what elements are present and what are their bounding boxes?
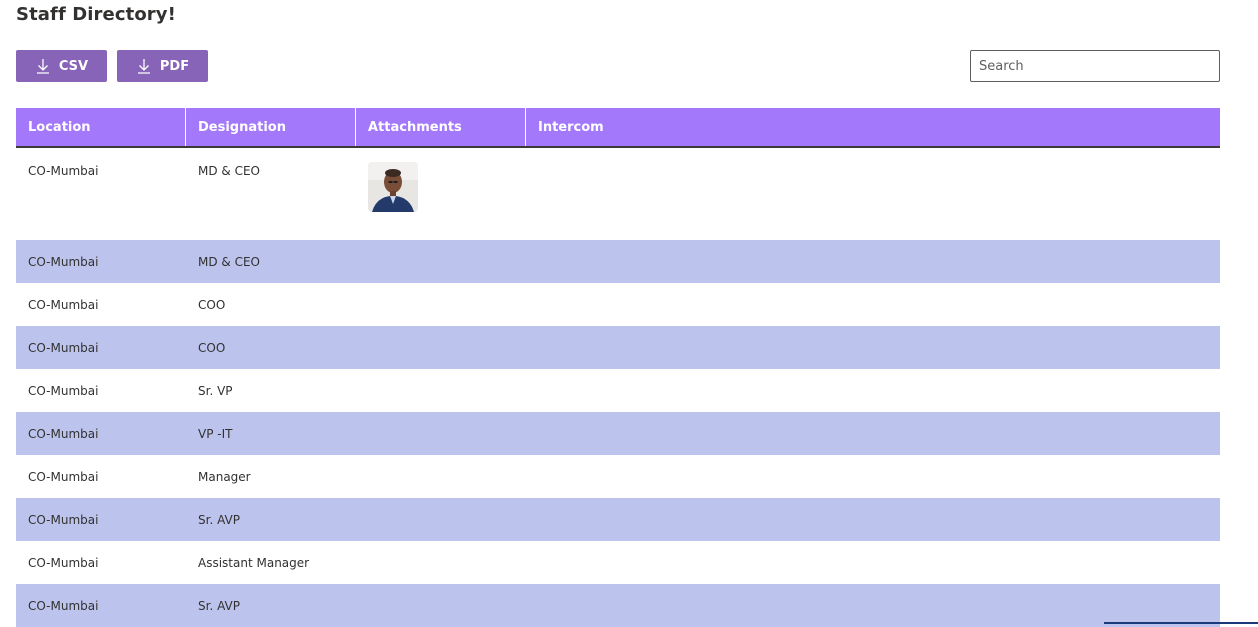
column-header-designation[interactable]: Designation: [186, 108, 356, 146]
cell-designation: VP -IT: [198, 427, 233, 441]
cell-location: CO-Mumbai: [28, 427, 99, 441]
staff-table: Location Designation Attachments Interco…: [16, 108, 1220, 627]
column-header-location[interactable]: Location: [16, 108, 186, 146]
cell-designation: MD & CEO: [198, 255, 260, 269]
cell-intercom: [526, 283, 1220, 326]
cell-location: CO-Mumbai: [28, 513, 99, 527]
table-header: Location Designation Attachments Interco…: [16, 108, 1220, 148]
cell-location: CO-Mumbai: [28, 384, 99, 398]
cell-intercom: [526, 369, 1220, 412]
export-csv-label: CSV: [58, 58, 89, 74]
cell-attachments: [356, 412, 526, 455]
cell-location: CO-Mumbai: [28, 556, 99, 570]
cell-designation: Sr. VP: [198, 384, 233, 398]
cell-location: CO-Mumbai: [28, 164, 99, 178]
cell-location: CO-Mumbai: [28, 341, 99, 355]
column-header-intercom[interactable]: Intercom: [526, 108, 1220, 146]
cell-intercom: [526, 326, 1220, 369]
cell-intercom: [526, 498, 1220, 541]
export-csv-button[interactable]: CSV: [16, 50, 107, 82]
cell-attachments: [356, 541, 526, 584]
download-icon: [136, 58, 152, 74]
cell-attachments: [356, 240, 526, 283]
cell-attachments: [356, 498, 526, 541]
cell-intercom: [526, 148, 1220, 240]
cell-location: CO-Mumbai: [28, 298, 99, 312]
profile-photo-thumbnail[interactable]: [368, 162, 418, 212]
cell-designation: Assistant Manager: [198, 556, 310, 570]
search-input[interactable]: [970, 50, 1220, 82]
table-row[interactable]: CO-Mumbai Sr. AVP: [16, 498, 1220, 541]
cell-location: CO-Mumbai: [28, 470, 99, 484]
cell-intercom: [526, 455, 1220, 498]
cell-intercom: [526, 584, 1220, 627]
export-toolbar: CSV PDF: [16, 50, 208, 82]
cell-designation: Sr. AVP: [198, 599, 240, 613]
table-body: CO-Mumbai MD & CEO CO-Mumbai MD & CEO CO-Mum…: [16, 148, 1220, 627]
cell-location: CO-Mumbai: [28, 599, 99, 613]
cell-intercom: [526, 240, 1220, 283]
table-row[interactable]: CO-Mumbai MD & CEO: [16, 240, 1220, 283]
cell-designation: Manager: [198, 470, 251, 484]
cell-designation: Sr. AVP: [198, 513, 240, 527]
table-row[interactable]: CO-Mumbai Sr. AVP: [16, 584, 1220, 627]
cell-attachments: [356, 455, 526, 498]
table-row[interactable]: CO-Mumbai Manager: [16, 455, 1220, 498]
download-icon: [35, 58, 51, 74]
column-header-attachments[interactable]: Attachments: [356, 108, 526, 146]
table-row[interactable]: CO-Mumbai Sr. VP: [16, 369, 1220, 412]
cell-attachments: [356, 148, 526, 240]
cell-intercom: [526, 541, 1220, 584]
cell-attachments: [356, 283, 526, 326]
export-pdf-button[interactable]: PDF: [117, 50, 208, 82]
cell-attachments: [356, 369, 526, 412]
cell-designation: COO: [198, 341, 226, 355]
cell-location: CO-Mumbai: [28, 255, 99, 269]
table-row[interactable]: CO-Mumbai VP -IT: [16, 412, 1220, 455]
cell-designation: MD & CEO: [198, 164, 260, 178]
table-row[interactable]: CO-Mumbai Assistant Manager: [16, 541, 1220, 584]
cell-designation: COO: [198, 298, 226, 312]
cell-attachments: [356, 584, 526, 627]
cell-intercom: [526, 412, 1220, 455]
table-row[interactable]: CO-Mumbai MD & CEO: [16, 148, 1220, 240]
table-row[interactable]: CO-Mumbai COO: [16, 326, 1220, 369]
cell-attachments: [356, 326, 526, 369]
export-pdf-label: PDF: [159, 58, 190, 74]
table-row[interactable]: CO-Mumbai COO: [16, 283, 1220, 326]
page-title: Staff Directory!: [16, 4, 176, 25]
